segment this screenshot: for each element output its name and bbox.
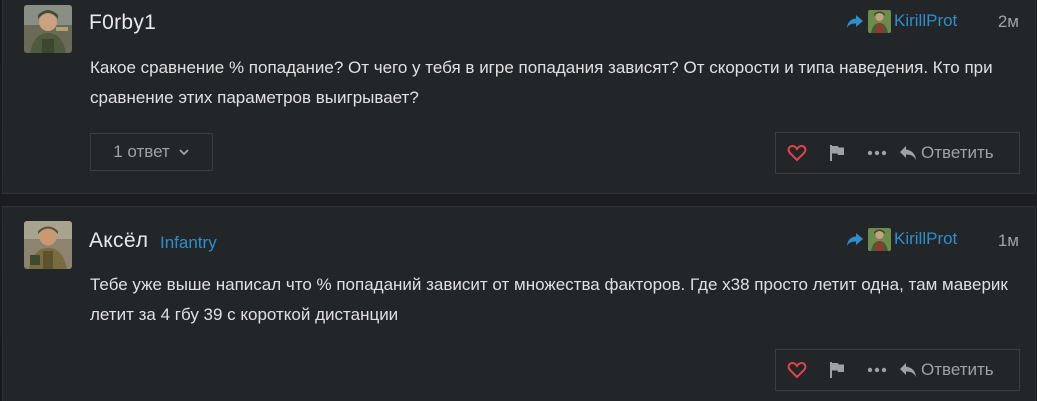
flag-icon [830,145,844,161]
like-button[interactable] [777,133,817,173]
show-replies-button[interactable]: 1 ответ [90,133,213,171]
flag-button[interactable] [817,133,857,173]
post-actions: Ответить [775,132,1020,174]
reply-to-avatar [868,227,891,251]
avatar[interactable] [24,5,72,53]
share-arrow-icon [847,233,863,246]
reply-button[interactable]: Ответить [897,350,1019,390]
reply-icon [900,146,916,160]
reply-label: Ответить [921,143,994,162]
chevron-down-icon [179,149,189,156]
like-button[interactable] [777,350,817,390]
reply-label: Ответить [921,360,994,379]
post-date[interactable]: 2м [998,12,1019,32]
group-flair[interactable]: Infantry [160,233,217,253]
flag-icon [830,362,844,378]
post: F0rby1 KirillProt 2м Какое сравнение % п… [2,0,1036,194]
more-options-button[interactable] [857,133,897,173]
reply-to-avatar [868,9,891,33]
username[interactable]: F0rby1 [89,11,156,35]
post-body: Какое сравнение % попадание? От чего у т… [90,58,993,107]
reply-icon [900,363,916,377]
reply-to-username: KirillProt [894,229,958,248]
username[interactable]: Аксёл [89,229,148,253]
topic-page: F0rby1 KirillProt 2м Какое сравнение % п… [0,0,1037,401]
reply-to-link[interactable]: KirillProt [845,226,957,252]
post: Аксёл Infantry KirillProt 1м Тебе уже вы… [2,206,1036,401]
reply-to-link[interactable]: KirillProt [845,8,957,34]
reply-button[interactable]: Ответить [897,133,1019,173]
reply-to-username: KirillProt [894,11,958,30]
heart-icon [787,144,807,162]
heart-icon [787,361,807,379]
post-date[interactable]: 1м [998,231,1019,251]
share-arrow-icon [847,15,863,28]
more-icon [867,150,887,156]
post-actions: Ответить [775,349,1020,391]
more-options-button[interactable] [857,350,897,390]
more-icon [867,367,887,373]
post-body: Тебе уже выше написал что % попаданий за… [90,275,1008,324]
flag-button[interactable] [817,350,857,390]
replies-count-label: 1 ответ [113,142,170,161]
avatar[interactable] [24,221,72,269]
